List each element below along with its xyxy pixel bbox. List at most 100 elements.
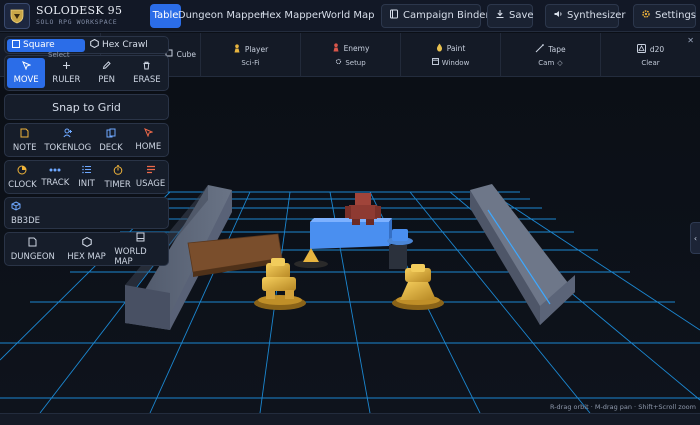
- select-tool[interactable]: Select: [48, 51, 70, 59]
- settings-button[interactable]: Settings: [633, 3, 697, 28]
- tab-table[interactable]: Table: [150, 3, 181, 28]
- utility-tools-group: NOTE TOKENLOG DECK HOME: [4, 123, 169, 157]
- shape-hex-crawl-label: Hex Crawl: [102, 40, 148, 50]
- tool-erase-label: ERASE: [133, 75, 161, 85]
- square-icon: [12, 39, 20, 51]
- campaign-binder-button[interactable]: Campaign Binder: [381, 3, 490, 28]
- binder-icon: [389, 9, 399, 22]
- synthesizer-button[interactable]: Synthesizer: [545, 3, 626, 28]
- window-button[interactable]: Window: [431, 58, 469, 67]
- tool-usage-label: USAGE: [135, 179, 166, 189]
- dungeon-doc-icon: [28, 237, 37, 250]
- brand: SOLODESK 95 SOLO RPG WORKSPACE: [0, 0, 148, 32]
- tool-tokenlog[interactable]: TOKENLOG: [44, 126, 91, 154]
- app-title: SOLODESK 95: [36, 4, 123, 18]
- tool-clock[interactable]: CLOCK: [7, 163, 38, 191]
- gear-icon: [641, 9, 651, 22]
- edit-tools-group: MOVE RULER PEN ERASE: [4, 55, 169, 91]
- app-logo-icon: [4, 2, 30, 29]
- tool-hex-map-label: HEX MAP: [67, 251, 106, 262]
- tool-init[interactable]: INIT: [73, 163, 100, 191]
- paint-label: Paint: [446, 44, 466, 53]
- tab-hex-mapper[interactable]: Hex Mapper: [262, 4, 322, 28]
- usage-icon: [146, 165, 156, 177]
- tool-deck-label: DECK: [99, 142, 123, 153]
- cam-cycle-icon: ◇: [557, 58, 563, 67]
- tool-note[interactable]: NOTE: [7, 126, 42, 154]
- note-icon: [20, 128, 29, 141]
- scifi-label[interactable]: Sci-Fi: [241, 59, 259, 67]
- paint-drop-icon: [436, 43, 443, 54]
- clock-icon: [17, 165, 27, 178]
- tool-dungeon[interactable]: DUNGEON: [7, 235, 59, 263]
- grid-shape-group: Square Hex Crawl: [4, 36, 169, 54]
- enemy-tool[interactable]: Enemy Setup: [300, 33, 400, 77]
- deck-icon: [106, 128, 116, 141]
- tracking-tools-group: CLOCK TRACK INIT TIMER USAGE: [4, 160, 169, 194]
- plus-icon: [62, 61, 71, 73]
- clear-button[interactable]: Clear: [641, 59, 659, 67]
- tool-erase[interactable]: ERASE: [128, 58, 166, 88]
- tool-hex-map[interactable]: HEX MAP: [61, 235, 113, 263]
- d20-dice-icon: [636, 43, 646, 55]
- tool-deck[interactable]: DECK: [93, 126, 128, 154]
- tool-tokenlog-label: TOKENLOG: [44, 142, 92, 153]
- close-panel-icon[interactable]: ✕: [687, 36, 694, 45]
- setup-button[interactable]: Setup: [335, 58, 366, 67]
- home-cursor-icon: [143, 128, 154, 140]
- tool-pen-label: PEN: [98, 75, 116, 85]
- save-button[interactable]: Save: [487, 3, 534, 28]
- enemy-pawn-icon: [332, 43, 340, 54]
- campaign-binder-label: Campaign Binder: [403, 10, 490, 21]
- tool-track[interactable]: TRACK: [40, 163, 71, 191]
- tab-dungeon-mapper[interactable]: Dungeon Mapper: [178, 4, 264, 28]
- hexagon-icon: [81, 236, 92, 250]
- camera-controls-hint: R-drag orbit · M-drag pan · Shift+Scroll…: [549, 403, 696, 411]
- cube-label: Cube: [176, 49, 196, 59]
- snap-to-grid-button[interactable]: Snap to Grid: [5, 95, 168, 119]
- tool-timer[interactable]: TIMER: [102, 163, 133, 191]
- tool-usage[interactable]: USAGE: [135, 163, 166, 191]
- player-pawn-icon: [233, 43, 241, 55]
- cam-label: Cam: [538, 58, 555, 67]
- select-label: Select: [48, 51, 70, 59]
- tape-measure-icon: [535, 43, 545, 55]
- tool-pen[interactable]: PEN: [88, 58, 126, 88]
- shape-square-button[interactable]: Square: [7, 38, 85, 52]
- cursor-icon: [21, 61, 32, 73]
- tool-home[interactable]: HOME: [131, 126, 166, 154]
- top-bar: SOLODESK 95 SOLO RPG WORKSPACE Table Dun…: [0, 0, 700, 32]
- paint-tool[interactable]: Paint Window: [400, 33, 500, 77]
- download-icon: [495, 9, 505, 22]
- timer-icon: [113, 164, 123, 178]
- snap-group: Snap to Grid: [4, 94, 169, 120]
- cam-button[interactable]: Cam ◇: [538, 59, 562, 67]
- tool-ruler-label: RULER: [52, 75, 81, 85]
- save-label: Save: [509, 10, 534, 21]
- tool-move[interactable]: MOVE: [7, 58, 46, 88]
- gear-small-icon: [335, 58, 342, 67]
- tool-track-label: TRACK: [41, 178, 70, 188]
- tool-move-label: MOVE: [13, 75, 39, 85]
- bb3de-group: BB3DE: [4, 197, 169, 229]
- app-window: SOLODESK 95 SOLO RPG WORKSPACE Table Dun…: [0, 0, 700, 425]
- d20-label: d20: [649, 44, 665, 54]
- pen-icon: [102, 61, 111, 73]
- d20-tool[interactable]: d20 Clear: [600, 33, 700, 77]
- status-strip: [0, 413, 700, 425]
- chevron-left-icon: ‹: [693, 233, 698, 243]
- tool-world-map[interactable]: WORLD MAP: [114, 232, 166, 267]
- blue-cube: [310, 218, 392, 249]
- tab-world-map[interactable]: World Map: [322, 4, 375, 28]
- track-icon: [49, 166, 61, 176]
- tape-tool[interactable]: Tape Cam ◇: [500, 33, 600, 77]
- shape-hex-crawl-button[interactable]: Hex Crawl: [85, 38, 153, 52]
- tool-ruler[interactable]: RULER: [47, 58, 85, 88]
- right-panel-toggle[interactable]: ‹: [690, 222, 700, 254]
- player-tool[interactable]: Player Sci-Fi: [200, 33, 300, 77]
- tool-home-label: HOME: [135, 142, 162, 152]
- trash-icon: [142, 61, 151, 73]
- settings-label: Settings: [655, 10, 697, 21]
- window-icon: [431, 58, 439, 67]
- tool-bb3de[interactable]: BB3DE: [5, 198, 168, 228]
